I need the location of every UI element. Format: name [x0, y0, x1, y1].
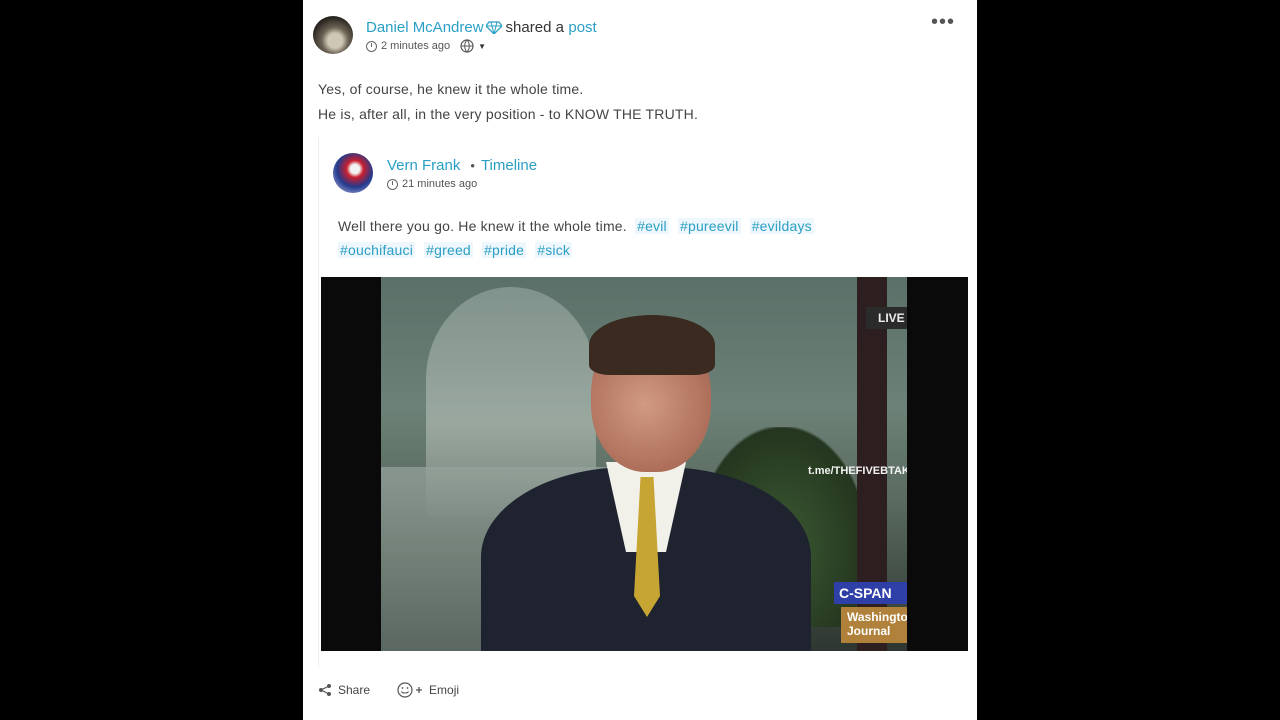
clock-icon: [366, 40, 377, 52]
network-logo: C-SPAN: [834, 582, 907, 604]
shared-body: Well there you go. He knew it the whole …: [338, 214, 898, 262]
hashtag-link[interactable]: #sick: [535, 242, 573, 258]
diamond-icon: [485, 21, 502, 34]
post-meta: 2 minutes ago ▼: [366, 39, 486, 53]
emoji-label: Emoji: [429, 683, 460, 697]
privacy-dropdown-icon[interactable]: ▼: [478, 42, 486, 51]
shared-meta: 21 minutes ago: [387, 178, 477, 190]
post-link[interactable]: post: [568, 19, 596, 36]
shared-post: Vern Frank • Timeline 21 minutes ago Well …: [318, 137, 969, 667]
program-line: Washingto: [847, 610, 907, 624]
post-text-line: Yes, of course, he knew it the whole tim…: [318, 81, 584, 97]
smiley-plus-icon: [397, 682, 423, 698]
video-watermark: t.me/THEFIVEBTAKE: [808, 465, 907, 477]
post-text-line: He is, after all, in the very position -…: [318, 106, 699, 122]
share-button[interactable]: Share: [318, 683, 370, 697]
shared-action-text: shared a: [505, 19, 564, 36]
hashtag-link[interactable]: #pureevil: [677, 218, 741, 234]
post-body: Yes, of course, he knew it the whole tim…: [318, 77, 698, 127]
program-banner: Washingto Journal: [841, 607, 907, 643]
hashtag-link[interactable]: #pride: [482, 242, 527, 258]
hashtag-link[interactable]: #greed: [424, 242, 473, 258]
hashtag-link[interactable]: #evildays: [749, 218, 814, 234]
separator-dot: •: [470, 158, 475, 173]
share-label: Share: [338, 683, 371, 697]
share-icon: [319, 684, 331, 696]
post-time[interactable]: 2 minutes ago: [381, 40, 450, 52]
program-line: Journal: [847, 624, 891, 638]
video-player[interactable]: LIVE t.me/THEFIVEBTAKE C-SPAN Washingto …: [321, 277, 968, 651]
avatar[interactable]: [313, 16, 353, 54]
hashtag-link[interactable]: #ouchifauci: [338, 242, 416, 258]
post-actions: Share Emoji: [318, 682, 459, 698]
author-name-link[interactable]: Daniel McAndrew: [366, 19, 484, 36]
presenter-hair: [589, 315, 715, 375]
live-badge: LIVE: [866, 307, 907, 329]
post-card: Daniel McAndrew shared a post 2 minutes a…: [303, 0, 977, 720]
shared-header: Vern Frank • Timeline: [387, 157, 537, 175]
shared-avatar[interactable]: [333, 153, 373, 193]
more-options-icon[interactable]: •••: [931, 12, 955, 32]
shared-time[interactable]: 21 minutes ago: [402, 178, 477, 190]
clock-icon: [387, 178, 398, 190]
post-header: Daniel McAndrew shared a post: [366, 19, 597, 37]
timeline-link[interactable]: Timeline: [481, 157, 537, 174]
shared-author-link[interactable]: Vern Frank: [387, 157, 460, 174]
shared-text: Well there you go. He knew it the whole …: [338, 218, 627, 234]
emoji-button[interactable]: Emoji: [397, 682, 459, 698]
hashtag-link[interactable]: #evil: [635, 218, 669, 234]
video-frame: LIVE t.me/THEFIVEBTAKE C-SPAN Washingto …: [381, 277, 907, 651]
globe-icon[interactable]: [460, 39, 474, 53]
